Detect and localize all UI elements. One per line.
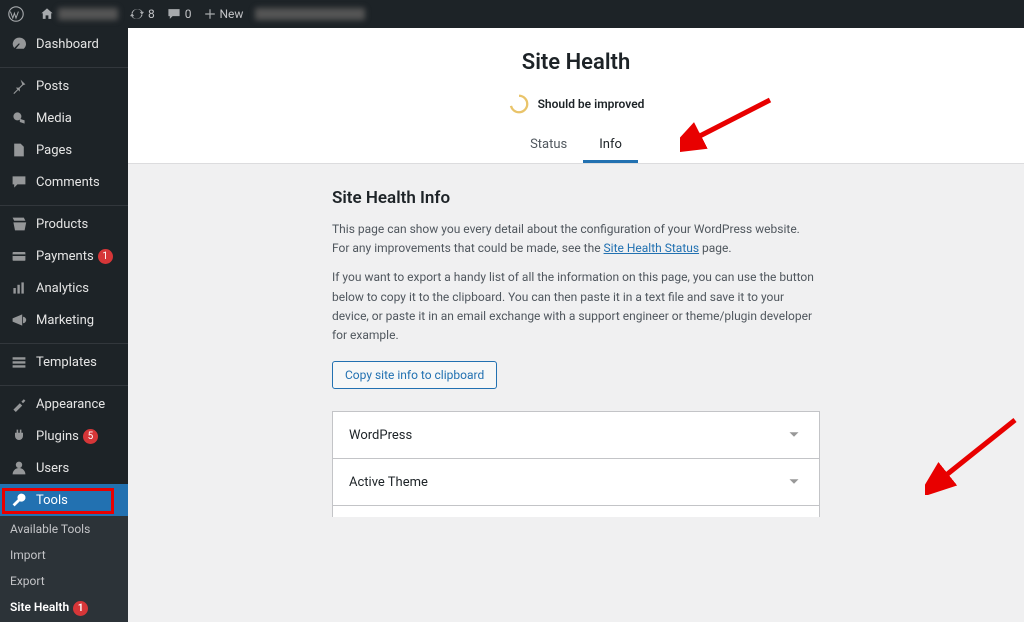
tab-status[interactable]: Status (514, 129, 583, 163)
wp-logo[interactable] (8, 6, 28, 22)
media-icon (10, 109, 28, 127)
appearance-icon (10, 395, 28, 413)
content-area: Site Health Should be improved Status In… (128, 28, 1024, 517)
sidebar-label: Analytics (36, 281, 89, 296)
admin-bar: 8 0 New (0, 0, 1024, 28)
site-health-status-link[interactable]: Site Health Status (604, 241, 700, 255)
sidebar-label: Templates (36, 355, 97, 370)
extra-blur (255, 8, 365, 20)
sidebar-label: Payments (36, 249, 94, 264)
info-body: Site Health Info This page can show you … (128, 164, 1024, 517)
accordion-label: WordPress (349, 428, 412, 443)
sidebar-item-payments[interactable]: Payments 1 (0, 240, 128, 272)
sidebar-item-tools[interactable]: Tools (0, 484, 128, 516)
subitem-label: Site Health (10, 600, 69, 614)
plugins-icon (10, 427, 28, 445)
comments-icon (10, 173, 28, 191)
sidebar-item-products[interactable]: Products (0, 208, 128, 240)
info-heading: Site Health Info (332, 188, 820, 208)
sidebar-label: Tools (36, 493, 68, 508)
info-para-1: This page can show you every detail abou… (332, 220, 820, 258)
subitem-available-tools[interactable]: Available Tools (0, 516, 128, 542)
sidebar-item-posts[interactable]: Posts (0, 70, 128, 102)
site-name[interactable] (40, 7, 118, 21)
pages-icon (10, 141, 28, 159)
subitem-import[interactable]: Import (0, 542, 128, 568)
badge: 1 (73, 601, 88, 616)
new-label: New (220, 7, 244, 21)
status-line: Should be improved (128, 93, 1024, 115)
chevron-down-icon (785, 426, 803, 444)
tab-info[interactable]: Info (583, 129, 638, 163)
accordion-label: Active Theme (349, 475, 428, 490)
sidebar-item-users[interactable]: Users (0, 452, 128, 484)
users-icon (10, 459, 28, 477)
badge: 5 (83, 429, 98, 444)
sidebar-label: Pages (36, 143, 72, 158)
sidebar-label: Marketing (36, 313, 94, 328)
tools-submenu: Available Tools Import Export Site Healt… (0, 516, 128, 622)
pin-icon (10, 77, 28, 95)
products-icon (10, 215, 28, 233)
sidebar-item-media[interactable]: Media (0, 102, 128, 134)
templates-icon (10, 353, 28, 371)
site-health-header: Site Health Should be improved Status In… (128, 28, 1024, 164)
site-name-blur (58, 8, 118, 20)
progress-ring-icon (508, 93, 530, 115)
updates-count: 8 (148, 7, 155, 21)
sidebar-label: Users (36, 461, 69, 476)
info-para-2: If you want to export a handy list of al… (332, 268, 820, 345)
badge: 1 (98, 249, 113, 264)
sidebar-label: Comments (36, 175, 100, 190)
chevron-down-icon (785, 473, 803, 491)
admin-sidebar: Dashboard Posts Media Pages Comments Pro… (0, 28, 128, 517)
sidebar-item-comments[interactable]: Comments (0, 166, 128, 198)
tabs: Status Info (128, 129, 1024, 163)
copy-site-info-button[interactable]: Copy site info to clipboard (332, 361, 497, 389)
sidebar-label: Appearance (36, 397, 105, 412)
subitem-export[interactable]: Export (0, 568, 128, 594)
sidebar-item-plugins[interactable]: Plugins 5 (0, 420, 128, 452)
info-accordion: WordPress Active Theme Inactive Themes (… (332, 411, 820, 517)
text: page. (699, 241, 732, 255)
new-content-link[interactable]: New (204, 7, 244, 21)
tools-icon (10, 491, 28, 509)
sidebar-item-pages[interactable]: Pages (0, 134, 128, 166)
status-text: Should be improved (538, 97, 645, 111)
page-title: Site Health (128, 50, 1024, 75)
accordion-wordpress[interactable]: WordPress (333, 412, 819, 459)
accordion-inactive-themes[interactable]: Inactive Themes (3) (333, 506, 819, 517)
sidebar-label: Media (36, 111, 72, 126)
sidebar-label: Posts (36, 79, 69, 94)
analytics-icon (10, 279, 28, 297)
sidebar-item-dashboard[interactable]: Dashboard (0, 28, 128, 60)
accordion-active-theme[interactable]: Active Theme (333, 459, 819, 506)
sidebar-item-marketing[interactable]: Marketing (0, 304, 128, 336)
separator (0, 62, 128, 68)
updates-link[interactable]: 8 (130, 7, 155, 21)
separator (0, 380, 128, 386)
sidebar-label: Plugins (36, 429, 79, 444)
separator (0, 200, 128, 206)
payments-icon (10, 247, 28, 265)
sidebar-item-analytics[interactable]: Analytics (0, 272, 128, 304)
sidebar-label: Dashboard (36, 37, 99, 52)
extra-item[interactable] (255, 8, 365, 20)
sidebar-item-appearance[interactable]: Appearance (0, 388, 128, 420)
marketing-icon (10, 311, 28, 329)
dashboard-icon (10, 35, 28, 53)
subitem-site-health[interactable]: Site Health 1 (0, 594, 128, 622)
separator (0, 338, 128, 344)
comments-count: 0 (185, 7, 192, 21)
comments-link[interactable]: 0 (167, 7, 192, 21)
sidebar-label: Products (36, 217, 88, 232)
sidebar-item-templates[interactable]: Templates (0, 346, 128, 378)
